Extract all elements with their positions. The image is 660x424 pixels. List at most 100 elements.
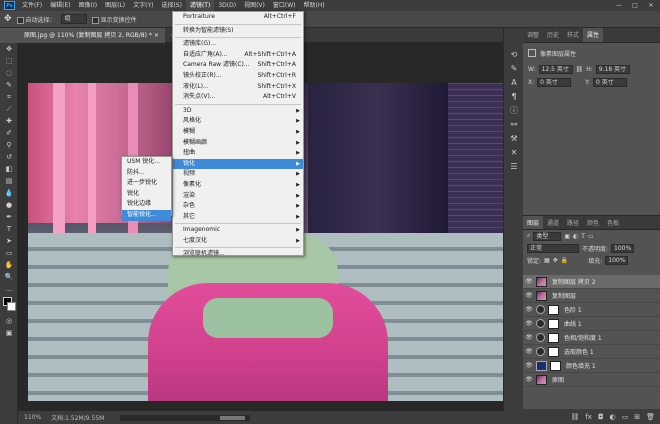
filter-menu-item[interactable]: 渲染 ▶	[173, 191, 303, 202]
lock-pixels-icon[interactable]: ▦	[544, 257, 550, 264]
filter-menu-item[interactable]: 模糊画廊 ▶	[173, 138, 303, 149]
shape-icon[interactable]: ▭	[0, 247, 18, 259]
eyedropper-icon[interactable]: ⟋	[0, 103, 18, 115]
lock-all-icon[interactable]: 🔒	[561, 257, 568, 264]
filter-menu-item[interactable]: 消失点(V)... Alt+Ctrl+V	[173, 92, 303, 103]
quick-select-icon[interactable]: ✎	[0, 79, 18, 91]
tab-close-icon[interactable]: ×	[154, 32, 159, 39]
filter-menu-item[interactable]: 转换为智能滤镜(S)	[173, 26, 303, 37]
filter-menu-item[interactable]: 扭曲 ▶	[173, 148, 303, 159]
blur-icon[interactable]: 💧	[0, 187, 18, 199]
zoom-icon[interactable]: 🔍	[0, 271, 18, 283]
sharpen-menu-item[interactable]: 锐化	[122, 189, 171, 200]
clone-source-icon[interactable]: ✕	[504, 146, 524, 160]
brush-icon[interactable]: ✐	[0, 127, 18, 139]
sharpen-menu-item[interactable]: 智能锐化...	[122, 209, 171, 221]
clone-stamp-icon[interactable]: ⚲	[0, 139, 18, 151]
menu-type[interactable]: 文字(Y)	[129, 0, 157, 11]
layer-row[interactable]: 👁 色阶 1	[523, 303, 660, 317]
menu-window[interactable]: 窗口(W)	[269, 0, 300, 11]
move-tool-icon[interactable]: ✥	[4, 14, 12, 24]
layer-mask-thumbnail[interactable]	[548, 332, 559, 343]
menu-help[interactable]: 帮助(H)	[300, 0, 329, 11]
menu-layer[interactable]: 图层(L)	[101, 0, 129, 11]
width-field[interactable]: 12.5 英寸	[538, 65, 573, 74]
history-brush-icon[interactable]: ↺	[0, 151, 18, 163]
document-info[interactable]: 文档:1.52M/9.55M	[51, 413, 104, 422]
visibility-eye-icon[interactable]: 👁	[525, 320, 533, 327]
menu-3d[interactable]: 3D(D)	[214, 0, 240, 11]
pen-icon[interactable]: ✒	[0, 211, 18, 223]
visibility-eye-icon[interactable]: 👁	[525, 348, 533, 355]
tab-paths[interactable]: 路径	[563, 216, 583, 229]
info-icon[interactable]: ⓘ	[504, 104, 524, 118]
menu-file[interactable]: 文件(F)	[18, 0, 46, 11]
history-icon[interactable]: ⟲	[504, 48, 524, 62]
filter-type-icon[interactable]: T	[581, 233, 585, 240]
filter-menu-item[interactable]: 镜头校正(R)... Shift+Ctrl+R	[173, 71, 303, 82]
lock-move-icon[interactable]: ✥	[553, 257, 558, 264]
tab-channels[interactable]: 通道	[543, 216, 563, 229]
link-icon[interactable]: ⛓	[576, 66, 584, 73]
filter-menu-item[interactable]: Imagenomic ▶	[173, 225, 303, 236]
type-icon[interactable]: T	[0, 223, 18, 235]
mask-icon[interactable]: ◘	[598, 413, 604, 421]
filter-menu-item[interactable]: 杂色 ▶	[173, 201, 303, 212]
filter-menu-item[interactable]: 其它 ▶	[173, 212, 303, 223]
filter-adjust-icon[interactable]: ◐	[573, 233, 578, 240]
visibility-eye-icon[interactable]: 👁	[525, 334, 533, 341]
show-transform-toggle[interactable]: 显示变换控件	[91, 15, 137, 24]
auto-select-dropdown[interactable]: 组	[60, 14, 87, 24]
path-select-icon[interactable]: ➤	[0, 235, 18, 247]
tab-swatches[interactable]: 色板	[603, 216, 623, 229]
sharpen-menu-item[interactable]: 锐化边缘	[122, 199, 171, 210]
layer-row[interactable]: 👁 复制图层 拷贝 2	[523, 275, 660, 289]
paragraph-icon[interactable]: ¶	[504, 90, 524, 104]
filter-menu-item[interactable]: Portraiture Alt+Ctrl+F	[173, 12, 303, 23]
menu-image[interactable]: 图像(I)	[75, 0, 101, 11]
fill-field[interactable]: 100%	[605, 255, 629, 265]
layer-mask-thumbnail[interactable]	[548, 346, 559, 357]
filter-menu-item[interactable]: 滤镜库(G)...	[173, 39, 303, 50]
filter-menu-item[interactable]: 锐化 ▶	[173, 158, 303, 170]
sharpen-menu-item[interactable]: USM 锐化...	[122, 157, 171, 168]
scrollbar-thumb[interactable]	[220, 415, 246, 420]
maximize-button[interactable]: □	[628, 0, 642, 11]
gradient-icon[interactable]: ▤	[0, 175, 18, 187]
filter-menu-item[interactable]: 液化(L)... Shift+Ctrl+X	[173, 82, 303, 93]
hand-icon[interactable]: ✋	[0, 259, 18, 271]
filter-menu-item[interactable]: 浏览联机滤镜...	[173, 249, 303, 260]
tab-document[interactable]: 原图.jpg @ 110% (复制图层 拷贝 2, RGB/8) * ×	[18, 28, 165, 43]
fx-icon[interactable]: fx	[585, 413, 592, 421]
tab-layers[interactable]: 图层	[523, 216, 544, 229]
height-field[interactable]: 9.18 英寸	[595, 65, 630, 74]
auto-select-checkbox[interactable]	[16, 16, 24, 24]
adjustment-layer-icon[interactable]: ◐	[610, 413, 616, 421]
sharpen-menu-item[interactable]: 防抖...	[122, 168, 171, 179]
minimize-button[interactable]: —	[612, 0, 626, 11]
tab-history[interactable]: 历史	[543, 28, 563, 42]
filter-shape-icon[interactable]: ▭	[588, 233, 594, 240]
horizontal-scrollbar[interactable]	[120, 414, 251, 421]
filter-menu-item[interactable]: 模糊 ▶	[173, 127, 303, 138]
menu-edit[interactable]: 编辑(E)	[46, 0, 74, 11]
healing-brush-icon[interactable]: ✚	[0, 115, 18, 127]
zoom-level[interactable]: 110%	[24, 414, 41, 421]
brush-settings-icon[interactable]: ✎	[504, 62, 524, 76]
auto-select-toggle[interactable]: 自动选择：	[16, 15, 56, 24]
layer-row[interactable]: 👁 色相/饱和度 1	[523, 331, 660, 345]
visibility-eye-icon[interactable]: 👁	[525, 376, 533, 383]
close-window-button[interactable]: ✕	[644, 0, 658, 11]
quick-mask-icon[interactable]: ◎	[0, 315, 18, 327]
marquee-icon[interactable]: ⬚	[0, 55, 18, 67]
filter-menu-item[interactable]: 风格化 ▶	[173, 116, 303, 127]
more-tools-icon[interactable]: …	[0, 283, 18, 295]
lasso-icon[interactable]: ◌	[0, 67, 18, 79]
x-field[interactable]: 0 英寸	[537, 78, 572, 87]
eraser-icon[interactable]: ◧	[0, 163, 18, 175]
filter-menu-item[interactable]: 3D ▶	[173, 106, 303, 117]
new-layer-icon[interactable]: ⊞	[634, 413, 640, 421]
tool-presets-icon[interactable]: ⚒	[504, 132, 524, 146]
layer-row[interactable]: 👁 复制图层	[523, 289, 660, 303]
background-color-swatch[interactable]	[7, 302, 16, 311]
